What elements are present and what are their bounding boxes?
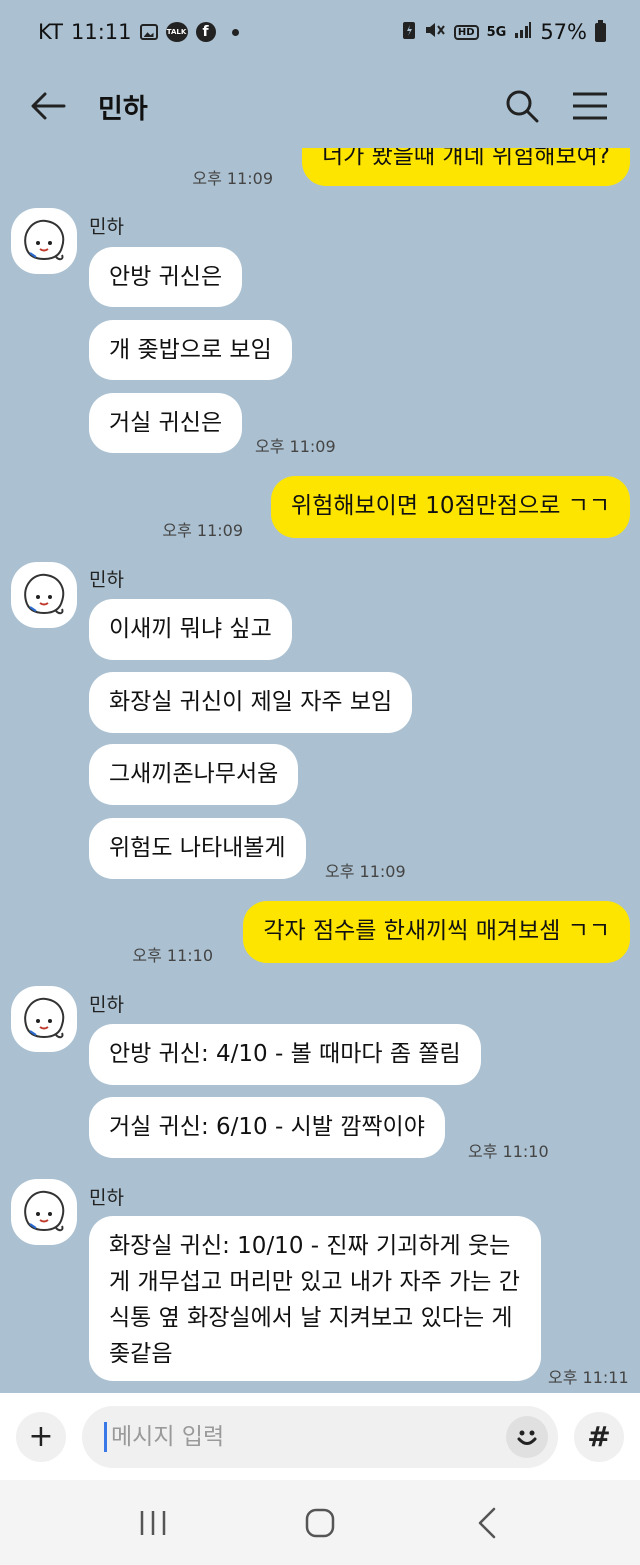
received-message-bubble[interactable]: 거실 귀신은 xyxy=(89,393,243,453)
message-time: 오후 11:09 xyxy=(325,862,406,881)
ghost-avatar-icon xyxy=(24,1190,65,1232)
chat-header: 민하 xyxy=(0,64,640,148)
system-navigation-bar xyxy=(0,1480,640,1565)
hash-icon: # xyxy=(587,1420,611,1453)
battery-percent: 57% xyxy=(540,20,587,44)
menu-button[interactable] xyxy=(570,86,610,126)
recent-apps-button[interactable] xyxy=(123,1493,183,1553)
battery-saver-icon xyxy=(402,20,416,45)
avatar[interactable] xyxy=(11,986,77,1052)
ghost-avatar-icon xyxy=(24,997,65,1039)
text-cursor xyxy=(104,1421,107,1452)
more-notifications-icon xyxy=(231,28,239,36)
battery-icon xyxy=(595,19,606,42)
message-time: 오후 11:09 xyxy=(192,169,273,188)
message-input-bar: + # xyxy=(0,1393,640,1480)
avatar[interactable] xyxy=(11,208,77,274)
sender-name: 민하 xyxy=(89,994,124,1016)
message-time: 오후 11:10 xyxy=(132,946,213,965)
facebook-notification-icon: f xyxy=(195,22,216,42)
message-time: 오후 11:09 xyxy=(255,437,336,456)
sender-name: 민하 xyxy=(89,569,124,591)
hd-voice-icon: HD xyxy=(453,24,479,40)
ghost-avatar-icon xyxy=(24,573,65,615)
5g-network-icon: 5G xyxy=(486,24,507,40)
signal-icon xyxy=(514,20,532,44)
home-icon xyxy=(305,1508,335,1537)
message-time: 오후 11:11 xyxy=(548,1368,629,1387)
chevron-left-icon xyxy=(478,1507,495,1538)
sent-message-bubble[interactable]: 각자 점수를 한새끼씩 매겨보셈 ㄱㄱ xyxy=(243,901,630,963)
status-bar: KT 11:11 TALK f HD 5G 57% xyxy=(0,0,640,64)
received-message-bubble[interactable]: 안방 귀신은 xyxy=(89,247,243,307)
recent-apps-icon xyxy=(141,1510,166,1535)
received-message-bubble[interactable]: 화장실 귀신: 10/10 - 진짜 기괴하게 웃는 게 개무섭고 머리만 있고… xyxy=(89,1216,541,1381)
mute-icon xyxy=(424,20,446,45)
received-message-bubble[interactable]: 화장실 귀신이 제일 자주 보임 xyxy=(89,672,413,733)
hashtag-search-button[interactable]: # xyxy=(574,1411,624,1462)
carrier-label: KT xyxy=(38,20,63,44)
plus-icon: + xyxy=(28,1419,54,1454)
home-button[interactable] xyxy=(290,1493,350,1553)
gallery-notification-icon xyxy=(139,24,158,40)
received-message-bubble[interactable]: 거실 귀신: 6/10 - 시발 깜짝이야 xyxy=(89,1097,445,1158)
avatar[interactable] xyxy=(11,1179,77,1245)
received-message-bubble[interactable]: 이새끼 뭐냐 싶고 xyxy=(89,599,292,660)
clock: 11:11 xyxy=(70,20,132,44)
sender-name: 민하 xyxy=(89,216,124,238)
sender-name: 민하 xyxy=(89,1187,124,1209)
hamburger-menu-icon xyxy=(573,92,607,120)
message-input-container[interactable] xyxy=(82,1405,558,1468)
message-input[interactable] xyxy=(109,1422,506,1451)
chat-title: 민하 xyxy=(98,93,148,125)
received-message-bubble[interactable]: 그새끼존나무서움 xyxy=(89,744,299,805)
emoticon-button[interactable] xyxy=(506,1415,548,1458)
sent-message-bubble[interactable]: 위험해보이면 10점만점으로 ㄱㄱ xyxy=(271,476,630,538)
received-message-bubble[interactable]: 위험도 나타내볼게 xyxy=(89,818,306,879)
back-button[interactable] xyxy=(30,86,70,126)
search-button[interactable] xyxy=(502,86,542,126)
attach-button[interactable]: + xyxy=(16,1411,66,1462)
smiley-icon xyxy=(517,1430,537,1445)
sent-message-bubble[interactable]: 너가 봤을때 걔네 위험해보여? xyxy=(301,148,630,186)
search-icon xyxy=(506,90,539,123)
received-message-bubble[interactable]: 안방 귀신: 4/10 - 볼 때마다 좀 쫄림 xyxy=(89,1024,481,1085)
kakaotalk-notification-icon: TALK xyxy=(165,22,188,42)
chat-messages[interactable]: 오후 11:09 너가 봤을때 걔네 위험해보여? 민하 안방 귀신은 개 좆밥… xyxy=(0,148,640,1393)
arrow-left-icon xyxy=(31,92,66,120)
received-message-bubble[interactable]: 개 좆밥으로 보임 xyxy=(89,320,292,380)
back-nav-button[interactable] xyxy=(457,1493,517,1553)
ghost-avatar-icon xyxy=(24,219,65,261)
message-time: 오후 11:09 xyxy=(162,521,243,540)
message-time: 오후 11:10 xyxy=(468,1142,549,1161)
avatar[interactable] xyxy=(11,562,77,628)
